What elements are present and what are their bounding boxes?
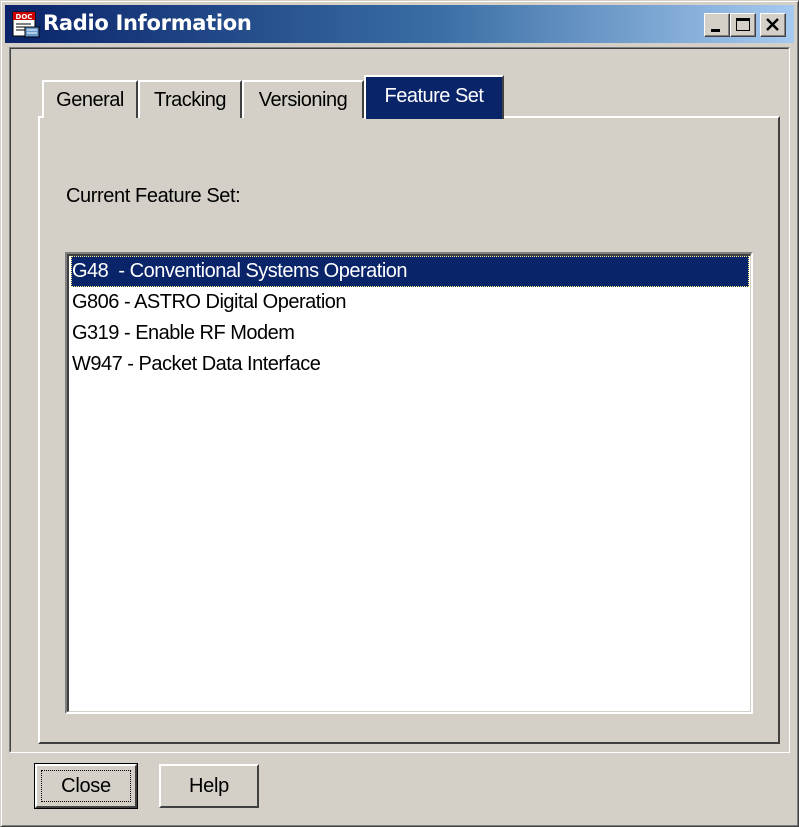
dialog-window: DOC Radio Information General Tracking V… [0, 0, 799, 827]
list-item[interactable]: G48 - Conventional Systems Operation [71, 256, 749, 287]
help-button-label: Help [189, 775, 229, 797]
maximize-button[interactable] [730, 13, 756, 37]
help-button[interactable]: Help [159, 764, 259, 808]
minimize-button[interactable] [704, 13, 730, 37]
current-feature-set-label: Current Feature Set: [66, 185, 241, 207]
tab-feature-set[interactable]: Feature Set [364, 75, 504, 119]
list-item[interactable]: G806 - ASTRO Digital Operation [71, 287, 749, 318]
title-bar[interactable]: DOC Radio Information [5, 5, 794, 43]
doc-icon-text: DOC [16, 13, 33, 21]
close-window-button[interactable] [760, 13, 786, 37]
tab-tracking[interactable]: Tracking [138, 80, 242, 118]
tab-label: Tracking [154, 89, 226, 111]
close-icon [766, 18, 779, 31]
tab-label: Feature Set [384, 85, 484, 107]
maximize-icon [736, 18, 750, 31]
window-title: Radio Information [43, 11, 252, 35]
close-button-label: Close [61, 775, 111, 797]
list-item[interactable]: G319 - Enable RF Modem [71, 318, 749, 349]
doc-icon: DOC [12, 11, 40, 38]
feature-set-listbox[interactable]: G48 - Conventional Systems Operation G80… [65, 252, 753, 714]
close-button[interactable]: Close [34, 763, 138, 809]
tab-label: General [56, 89, 124, 111]
tab-label: Versioning [258, 89, 348, 111]
tab-general[interactable]: General [42, 80, 138, 118]
list-item[interactable]: W947 - Packet Data Interface [71, 349, 749, 380]
tab-versioning[interactable]: Versioning [242, 80, 364, 118]
minimize-icon [711, 29, 720, 32]
